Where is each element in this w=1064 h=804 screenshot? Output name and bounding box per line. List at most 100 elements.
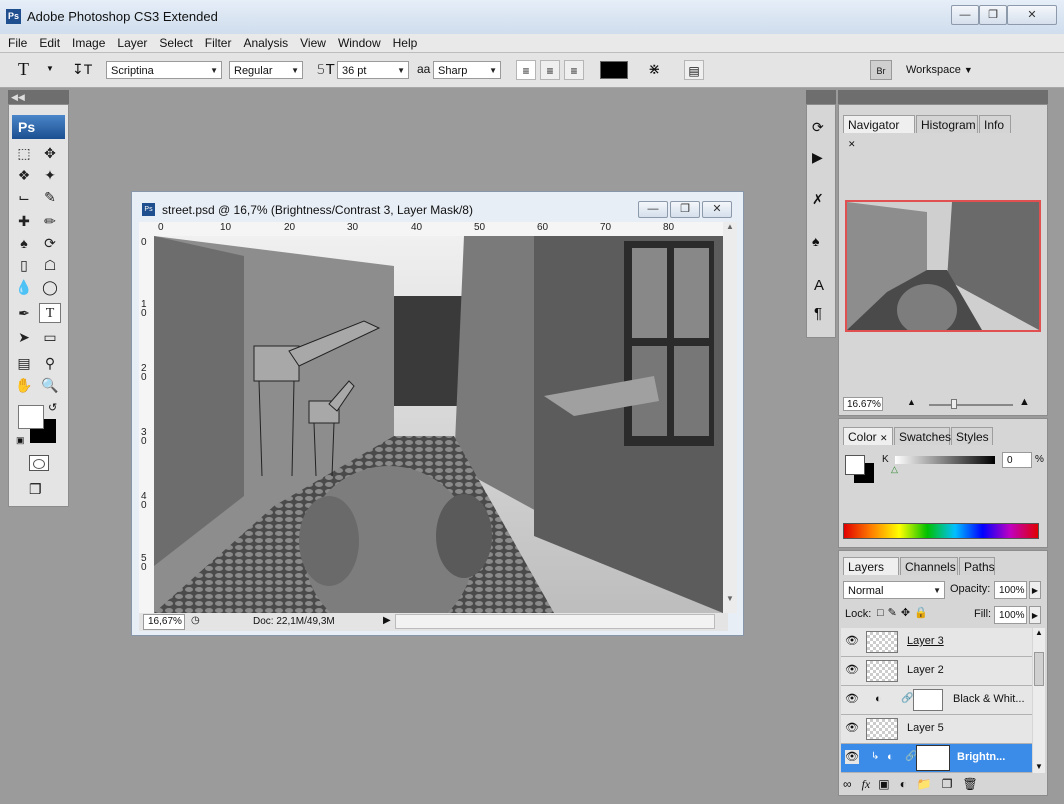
blend-mode-select[interactable]: Normal ▼ — [843, 581, 945, 599]
menu-help[interactable]: Help — [387, 34, 424, 52]
vertical-scrollbar[interactable]: ▲ ▼ — [723, 222, 737, 613]
menu-layer[interactable]: Layer — [111, 34, 153, 52]
align-right-button[interactable]: ≡ — [564, 60, 584, 80]
eraser-tool-icon[interactable]: ▯ — [13, 255, 35, 275]
maximize-button[interactable]: ❐ — [979, 5, 1007, 25]
zoom-tool-icon[interactable]: 🔍 — [39, 375, 61, 395]
paint-bucket-tool-icon[interactable]: ☖ — [39, 255, 61, 275]
menu-window[interactable]: Window — [332, 34, 387, 52]
status-menu-arrow-icon[interactable]: ▶ — [383, 615, 391, 626]
menu-image[interactable]: Image — [66, 34, 111, 52]
mask-link-icon[interactable]: 🔗 — [905, 751, 917, 762]
color-foreground-swatch[interactable] — [845, 455, 865, 475]
zoom-field[interactable]: 16,67% — [143, 614, 185, 630]
image-canvas[interactable] — [154, 236, 723, 613]
add-mask-icon[interactable]: ▣ — [878, 777, 899, 791]
minimize-button[interactable]: — — [951, 5, 979, 25]
visibility-eye-icon[interactable]: 👁 — [845, 750, 859, 764]
zoom-slider-thumb[interactable] — [951, 399, 957, 409]
history-icon[interactable]: ⟳ — [812, 119, 824, 136]
text-orientation-icon[interactable]: ↧T — [72, 61, 92, 78]
zoom-out-icon[interactable]: ▲ — [907, 397, 916, 407]
blur-tool-icon[interactable]: 💧 — [13, 277, 35, 297]
healing-brush-tool-icon[interactable]: ✚ — [13, 211, 35, 231]
menu-analysis[interactable]: Analysis — [237, 34, 294, 52]
history-brush-tool-icon[interactable]: ⟳ — [39, 233, 61, 253]
chevron-down-icon[interactable]: ▼ — [46, 64, 54, 73]
menu-file[interactable]: File — [0, 34, 33, 52]
actions-icon[interactable]: ▶ — [812, 149, 823, 166]
brush-tool-icon[interactable]: ✏ — [39, 211, 61, 231]
opacity-slider-arrow-icon[interactable]: ▶ — [1029, 581, 1041, 599]
align-center-button[interactable]: ≡ — [540, 60, 560, 80]
layer-row[interactable]: 👁 Layer 3 — [841, 628, 1032, 657]
layer-mask-thumbnail[interactable] — [913, 689, 943, 711]
status-options-icon[interactable]: ◷ — [191, 615, 200, 626]
path-selection-tool-icon[interactable]: ➤ — [13, 327, 35, 347]
tools-panel-header[interactable]: ◀◀ — [8, 90, 69, 104]
eyedropper-tool-icon[interactable]: ⚲ — [39, 353, 61, 373]
move-tool-icon[interactable]: ✥ — [39, 143, 61, 163]
fx-icon[interactable]: fx — [862, 777, 871, 791]
character-icon[interactable]: A — [814, 277, 824, 294]
new-adjustment-icon[interactable]: ◐ — [900, 777, 917, 791]
doc-close-button[interactable]: ✕ — [702, 201, 732, 218]
rectangle-tool-icon[interactable]: ▭ — [39, 327, 61, 347]
marquee-tool-icon[interactable]: ⬚ — [13, 143, 35, 163]
font-family-select[interactable]: Scriptina ▼ — [106, 61, 222, 79]
navigator-preview[interactable] — [845, 200, 1041, 332]
tab-channels[interactable]: Channels — [900, 557, 958, 575]
tool-preset-picker[interactable]: T — [18, 59, 29, 80]
tab-info[interactable]: Info — [979, 115, 1011, 133]
opacity-input[interactable]: 100% — [994, 581, 1027, 599]
quick-mask-icon[interactable] — [29, 455, 49, 471]
tab-histogram[interactable]: Histogram — [916, 115, 978, 133]
slider-marker-icon[interactable]: △ — [891, 464, 898, 475]
align-left-button[interactable]: ≡ — [516, 60, 536, 80]
hand-tool-icon[interactable]: ✋ — [13, 375, 35, 395]
crop-tool-icon[interactable]: ⌙ — [13, 187, 35, 207]
tool-presets-icon[interactable]: ✗ — [812, 191, 824, 208]
clone-stamp-tool-icon[interactable]: ♠ — [13, 233, 35, 253]
horizontal-scrollbar[interactable] — [395, 614, 715, 629]
bridge-icon[interactable]: Br — [870, 60, 892, 80]
fill-input[interactable]: 100% — [994, 606, 1027, 624]
navigator-zoom-field[interactable]: 16.67% — [843, 397, 883, 411]
visibility-eye-icon[interactable]: 👁 — [845, 634, 859, 648]
tab-swatches[interactable]: Swatches — [894, 427, 951, 445]
mask-link-icon[interactable]: 🔗 — [901, 693, 913, 704]
visibility-eye-icon[interactable]: 👁 — [845, 663, 859, 677]
slice-tool-icon[interactable]: ✎ — [39, 187, 61, 207]
layer-row[interactable]: 👁 Layer 5 — [841, 715, 1032, 744]
warp-text-icon[interactable]: ⋇ — [648, 60, 661, 78]
link-layers-icon[interactable]: ∞ — [843, 777, 862, 791]
menu-view[interactable]: View — [294, 34, 332, 52]
doc-maximize-button[interactable]: ❐ — [670, 201, 700, 218]
k-value-input[interactable]: 0 — [1002, 452, 1032, 468]
swap-colors-icon[interactable]: ↺ — [48, 401, 57, 414]
foreground-color-swatch[interactable] — [18, 405, 44, 429]
layer-row[interactable]: 👁 ◐ 🔗 Black & Whit... — [841, 686, 1032, 715]
zoom-slider[interactable] — [929, 404, 1013, 406]
antialias-select[interactable]: Sharp ▼ — [433, 61, 501, 79]
notes-tool-icon[interactable]: ▤ — [13, 353, 35, 373]
visibility-eye-icon[interactable]: 👁 — [845, 721, 859, 735]
menu-select[interactable]: Select — [153, 34, 198, 52]
default-colors-icon[interactable]: ▣ — [16, 435, 25, 446]
type-tool-icon[interactable]: T — [39, 303, 61, 323]
scrollbar-thumb[interactable] — [1034, 652, 1044, 686]
trash-icon[interactable]: 🗑 — [963, 777, 988, 791]
paragraph-icon[interactable]: ¶ — [814, 305, 822, 322]
tab-layers[interactable]: Layers ✕ — [843, 557, 899, 591]
dock-header[interactable] — [806, 90, 836, 104]
k-slider[interactable] — [895, 456, 995, 464]
doc-minimize-button[interactable]: — — [638, 201, 668, 218]
new-group-icon[interactable]: 📁 — [917, 777, 942, 791]
layer-row-selected[interactable]: 👁 ↳ ◐ 🔗 Brightn... — [841, 744, 1032, 773]
magic-wand-tool-icon[interactable]: ✦ — [39, 165, 61, 185]
screen-mode-icon[interactable]: ❐ — [29, 481, 42, 498]
font-style-select[interactable]: Regular ▼ — [229, 61, 303, 79]
color-ramp[interactable] — [843, 523, 1039, 539]
workspace-menu[interactable]: Workspace ▼ — [906, 59, 973, 81]
character-panel-button[interactable]: ▤ — [684, 60, 704, 80]
